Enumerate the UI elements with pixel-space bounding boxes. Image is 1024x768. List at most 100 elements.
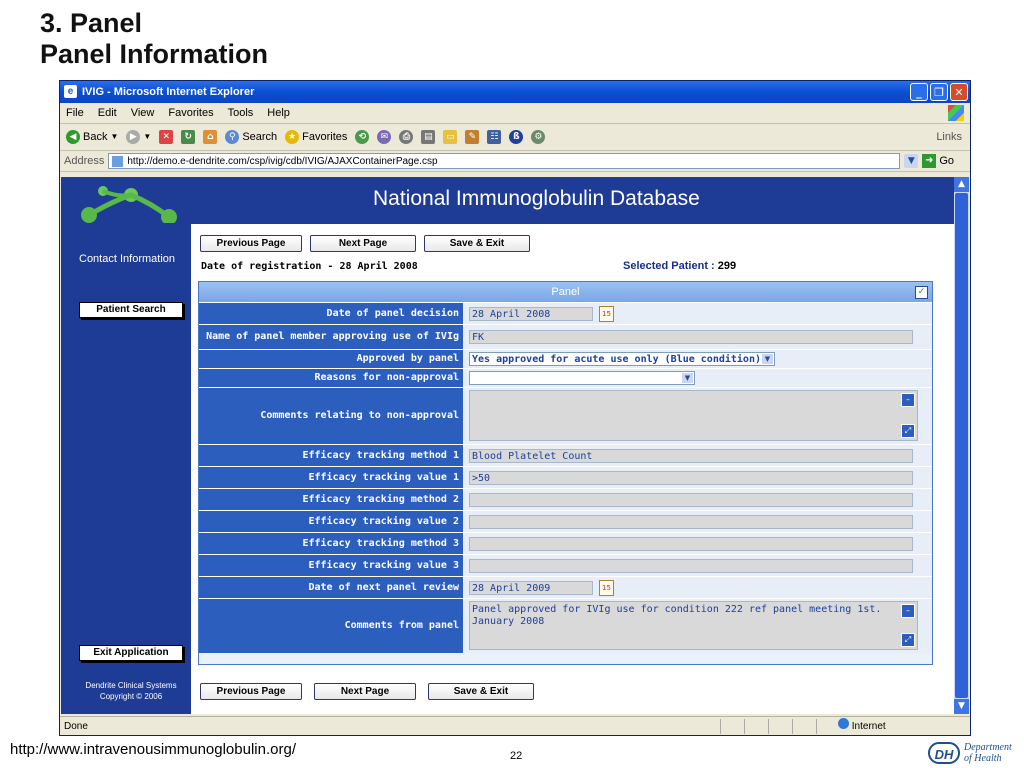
menu-file[interactable]: File [66, 103, 84, 123]
minimize-button[interactable]: _ [910, 83, 928, 101]
page-icon [112, 156, 124, 167]
menu-tools[interactable]: Tools [228, 103, 254, 123]
restore-button[interactable]: ❐ [930, 83, 948, 101]
chevron-down-icon: ▼ [762, 354, 773, 364]
next-review-field[interactable]: 28 April 2009 [469, 580, 593, 595]
eff-value-1-field[interactable]: >50 [469, 470, 913, 485]
eff-value-3-field[interactable] [469, 558, 913, 573]
scroll-down-icon[interactable]: ▼ [954, 699, 969, 714]
browser-titlebar: e IVIG - Microsoft Internet Explorer _ ❐… [60, 81, 970, 103]
research-icon[interactable]: ✎ [465, 130, 480, 144]
row-eff-value-2: Efficacy tracking value 2 [199, 510, 932, 532]
panel-form: Panel ✓ Date of panel decision 28 April … [198, 281, 933, 665]
row-approved: Approved by panel Yes approved for acute… [199, 349, 932, 368]
menu-edit[interactable]: Edit [98, 103, 117, 123]
print-icon[interactable]: ⎙ [399, 130, 414, 144]
comments-from-panel-textarea[interactable]: Panel approved for IVIg use for conditio… [469, 601, 918, 650]
menu-view[interactable]: View [131, 103, 155, 123]
next-page-button[interactable]: Next Page [310, 235, 416, 252]
history-icon[interactable]: ⟲ [355, 130, 370, 144]
chevron-down-icon: ▼ [682, 373, 693, 383]
mail-icon[interactable]: ✉ [377, 130, 392, 144]
top-nav-buttons: Previous Page Next Page Save & Exit [200, 235, 530, 252]
address-input[interactable]: http://demo.e-dendrite.com/csp/ivig/cdb/… [108, 153, 901, 169]
status-text: Done [64, 721, 88, 732]
globe-icon [838, 718, 849, 729]
scroll-up-icon[interactable]: ▲ [954, 177, 969, 192]
label-comments-from-panel: Comments from panel [199, 599, 463, 653]
next-page-button-bottom[interactable]: Next Page [314, 683, 416, 700]
eff-method-2-field[interactable] [469, 492, 913, 507]
patient-search-button[interactable]: Patient Search [79, 302, 183, 318]
back-button[interactable]: ◀ Back ▼ [66, 124, 118, 150]
member-name-field[interactable]: FK [469, 330, 913, 344]
favorites-star-icon: ★ [285, 130, 300, 144]
page-viewport: National Immunoglobulin Database Contact… [61, 177, 954, 714]
label-next-review: Date of next panel review [199, 577, 463, 598]
messenger-icon[interactable]: ☷ [487, 130, 502, 144]
panel-heading: Panel [551, 286, 580, 298]
date-of-decision-field[interactable]: 28 April 2008 [469, 306, 593, 321]
copyright: Dendrite Clinical Systems Copyright © 20… [75, 680, 187, 702]
label-date-of-decision: Date of panel decision [199, 303, 463, 324]
toolbar: ◀ Back ▼ ▶ ▼ ✕ ↻ ⌂ ⚲ Search ★ Favorites ⟲ ✉ ⎙… [60, 124, 970, 151]
home-icon[interactable]: ⌂ [203, 130, 218, 144]
exit-application-button[interactable]: Exit Application [79, 645, 183, 661]
refresh-icon[interactable]: ↻ [181, 130, 196, 144]
expand-icon[interactable]: ⤢ [901, 633, 915, 647]
reasons-select[interactable]: ▼ [469, 371, 695, 385]
collapse-icon[interactable]: – [901, 393, 915, 407]
close-button[interactable]: ✕ [950, 83, 968, 101]
edit-icon[interactable]: ▤ [421, 130, 436, 144]
save-exit-button[interactable]: Save & Exit [424, 235, 530, 252]
calendar-icon[interactable]: 15 [599, 305, 614, 322]
calendar-icon[interactable]: 15 [599, 579, 614, 596]
menu-help[interactable]: Help [267, 103, 290, 123]
favorites-button[interactable]: ★ Favorites [285, 124, 347, 150]
go-button[interactable]: ➜ Go [922, 151, 954, 171]
slide-heading: 3. Panel Panel Information [40, 8, 268, 69]
links-label[interactable]: Links [936, 124, 962, 150]
folder-icon[interactable]: ▭ [443, 130, 458, 144]
row-date-of-decision: Date of panel decision 28 April 2008 15 [199, 302, 932, 324]
collapse-icon[interactable]: – [901, 604, 915, 618]
comments-non-approval-textarea[interactable]: – ⤢ [469, 390, 918, 441]
stop-icon[interactable]: ✕ [159, 130, 174, 144]
eff-method-3-field[interactable] [469, 536, 913, 551]
panel-checkbox[interactable]: ✓ [915, 286, 928, 299]
bluetooth-icon[interactable]: ß [509, 130, 524, 144]
favorites-label: Favorites [302, 131, 348, 143]
row-member-name: Name of panel member approving use of IV… [199, 324, 932, 349]
copyright-line1: Dendrite Clinical Systems [85, 681, 177, 690]
previous-page-button-bottom[interactable]: Previous Page [200, 683, 302, 700]
address-url: http://demo.e-dendrite.com/csp/ivig/cdb/… [127, 156, 438, 167]
previous-page-button[interactable]: Previous Page [200, 235, 302, 252]
forward-button[interactable]: ▶ ▼ [126, 124, 151, 150]
row-eff-method-1: Efficacy tracking method 1 Blood Platele… [199, 444, 932, 466]
save-exit-button-bottom[interactable]: Save & Exit [428, 683, 534, 700]
footer-url[interactable]: http://www.intravenousimmunoglobulin.org… [10, 741, 296, 758]
windows-flag-icon [948, 105, 964, 121]
label-eff-value-1: Efficacy tracking value 1 [199, 467, 463, 488]
row-comments-from-panel: Comments from panel Panel approved for I… [199, 598, 932, 653]
label-eff-value-3: Efficacy tracking value 3 [199, 555, 463, 576]
search-button[interactable]: ⚲ Search [225, 124, 277, 150]
address-dropdown-icon[interactable]: ▼ [904, 154, 919, 168]
row-eff-value-1: Efficacy tracking value 1 >50 [199, 466, 932, 488]
panel-header: Panel ✓ [199, 282, 932, 302]
expand-icon[interactable]: ⤢ [901, 424, 915, 438]
eff-value-2-field[interactable] [469, 514, 913, 529]
approved-select[interactable]: Yes approved for acute use only (Blue co… [469, 352, 775, 366]
scroll-thumb[interactable] [955, 193, 968, 698]
eff-method-1-field[interactable]: Blood Platelet Count [469, 448, 913, 463]
menu-favorites[interactable]: Favorites [168, 103, 213, 123]
tools-icon[interactable]: ⚙ [531, 130, 546, 144]
vertical-scrollbar[interactable]: ▲ ▼ [954, 177, 969, 714]
label-eff-value-2: Efficacy tracking value 2 [199, 511, 463, 532]
search-label: Search [242, 131, 278, 143]
approved-value: Yes approved for acute use only (Blue co… [472, 354, 761, 365]
label-eff-method-1: Efficacy tracking method 1 [199, 445, 463, 466]
slide-heading-line1: 3. Panel [40, 8, 143, 38]
slide-page-number: 22 [510, 750, 523, 762]
contact-information-link[interactable]: Contact Information [79, 253, 175, 265]
